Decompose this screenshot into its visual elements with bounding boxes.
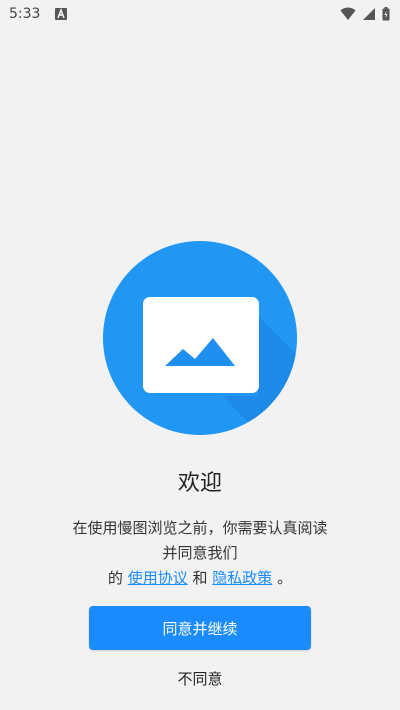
status-icons — [340, 7, 390, 21]
cell-signal-icon — [362, 7, 376, 21]
wifi-icon — [340, 7, 356, 21]
message-suffix: 。 — [277, 569, 293, 587]
welcome-title: 欢迎 — [177, 471, 222, 496]
message-line-3: 的 使用协议 和 隐私政策 。 — [40, 566, 360, 591]
a-letter-icon — [55, 8, 68, 20]
status-bar: 5:33 — [0, 0, 400, 28]
battery-icon — [382, 7, 390, 21]
message-line-1: 在使用慢图浏览之前，你需要认真阅读 — [72, 519, 328, 537]
agree-continue-button[interactable]: 同意并继续 — [89, 606, 311, 650]
app-logo — [103, 241, 297, 435]
consent-message: 在使用慢图浏览之前，你需要认真阅读 并同意我们 的 使用协议 和 隐私政策 。 — [40, 516, 360, 591]
message-conjunction: 和 — [192, 569, 208, 587]
message-line-2: 并同意我们 — [162, 544, 238, 562]
message-prefix: 的 — [107, 569, 123, 587]
status-time: 5:33 — [9, 6, 41, 22]
picture-icon — [103, 241, 297, 435]
privacy-link[interactable]: 隐私政策 — [212, 569, 272, 587]
terms-link[interactable]: 使用协议 — [128, 569, 188, 587]
disagree-button[interactable]: 不同意 — [150, 664, 250, 692]
